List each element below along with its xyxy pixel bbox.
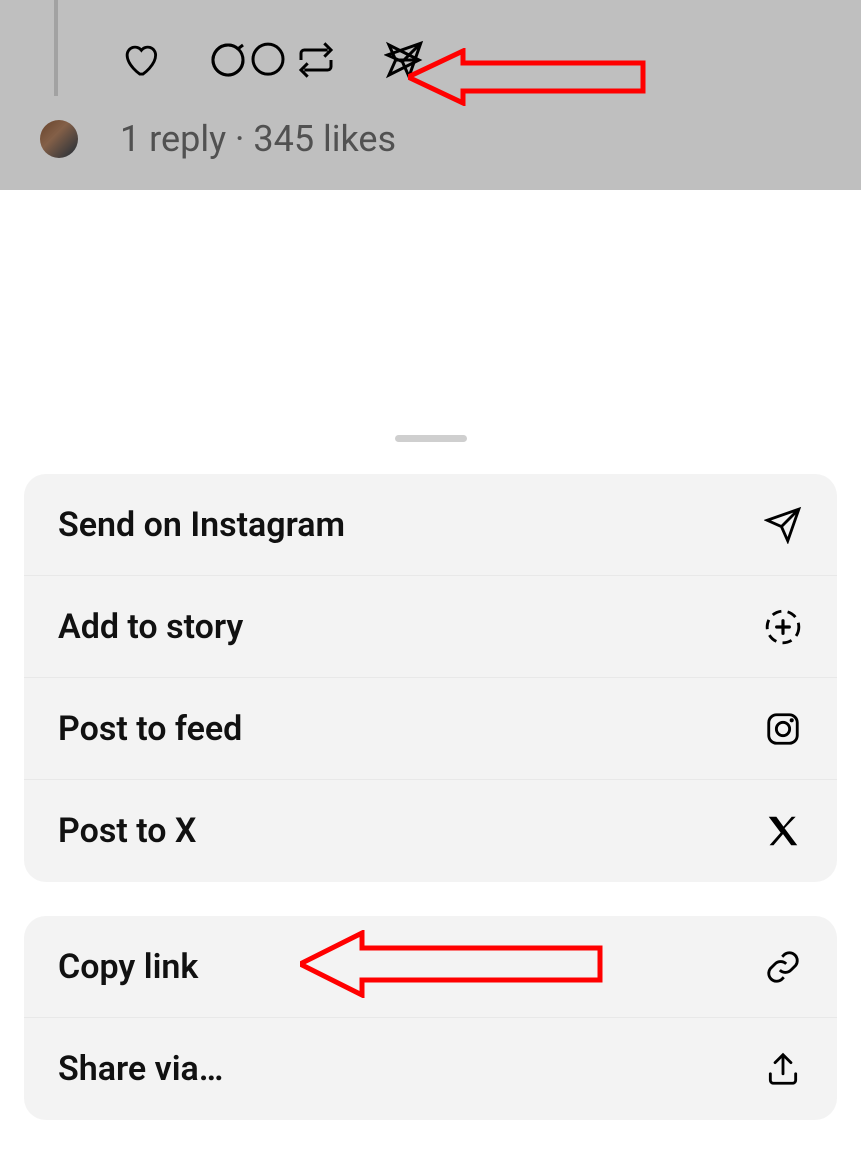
avatar	[40, 120, 78, 158]
menu-send-on-instagram[interactable]: Send on Instagram	[24, 474, 837, 576]
thread-line	[54, 0, 58, 96]
share-group-secondary: Copy link Share via…	[24, 916, 837, 1120]
x-logo-icon	[763, 811, 803, 851]
link-icon	[763, 947, 803, 987]
sheet-handle[interactable]	[395, 435, 467, 442]
menu-label: Add to story	[58, 607, 243, 647]
feed-post-area: 1 reply · 345 likes	[0, 0, 861, 190]
repost-icon[interactable]	[296, 40, 336, 84]
menu-copy-link[interactable]: Copy link	[24, 916, 837, 1018]
menu-label: Post to feed	[58, 709, 242, 749]
menu-label: Post to X	[58, 811, 196, 851]
like-count: 345 likes	[253, 118, 396, 160]
menu-post-to-x[interactable]: Post to X	[24, 780, 837, 882]
heart-icon[interactable]	[120, 40, 160, 84]
add-story-icon	[763, 607, 803, 647]
menu-label: Share via…	[58, 1049, 223, 1089]
comment-icon[interactable]	[208, 40, 248, 84]
send-icon	[763, 505, 803, 545]
menu-label: Send on Instagram	[58, 505, 345, 545]
post-stats[interactable]: 1 reply · 345 likes	[120, 118, 396, 160]
share-group-primary: Send on Instagram Add to story Post to f…	[24, 474, 837, 882]
send-icon[interactable]	[384, 40, 424, 84]
menu-label: Copy link	[58, 947, 198, 987]
instagram-icon	[763, 709, 803, 749]
share-sheet: Send on Instagram Add to story Post to f…	[0, 207, 861, 1165]
menu-share-via[interactable]: Share via…	[24, 1018, 837, 1120]
menu-post-to-feed[interactable]: Post to feed	[24, 678, 837, 780]
reply-count: 1 reply	[120, 118, 226, 160]
upload-icon	[763, 1049, 803, 1089]
menu-add-to-story[interactable]: Add to story	[24, 576, 837, 678]
